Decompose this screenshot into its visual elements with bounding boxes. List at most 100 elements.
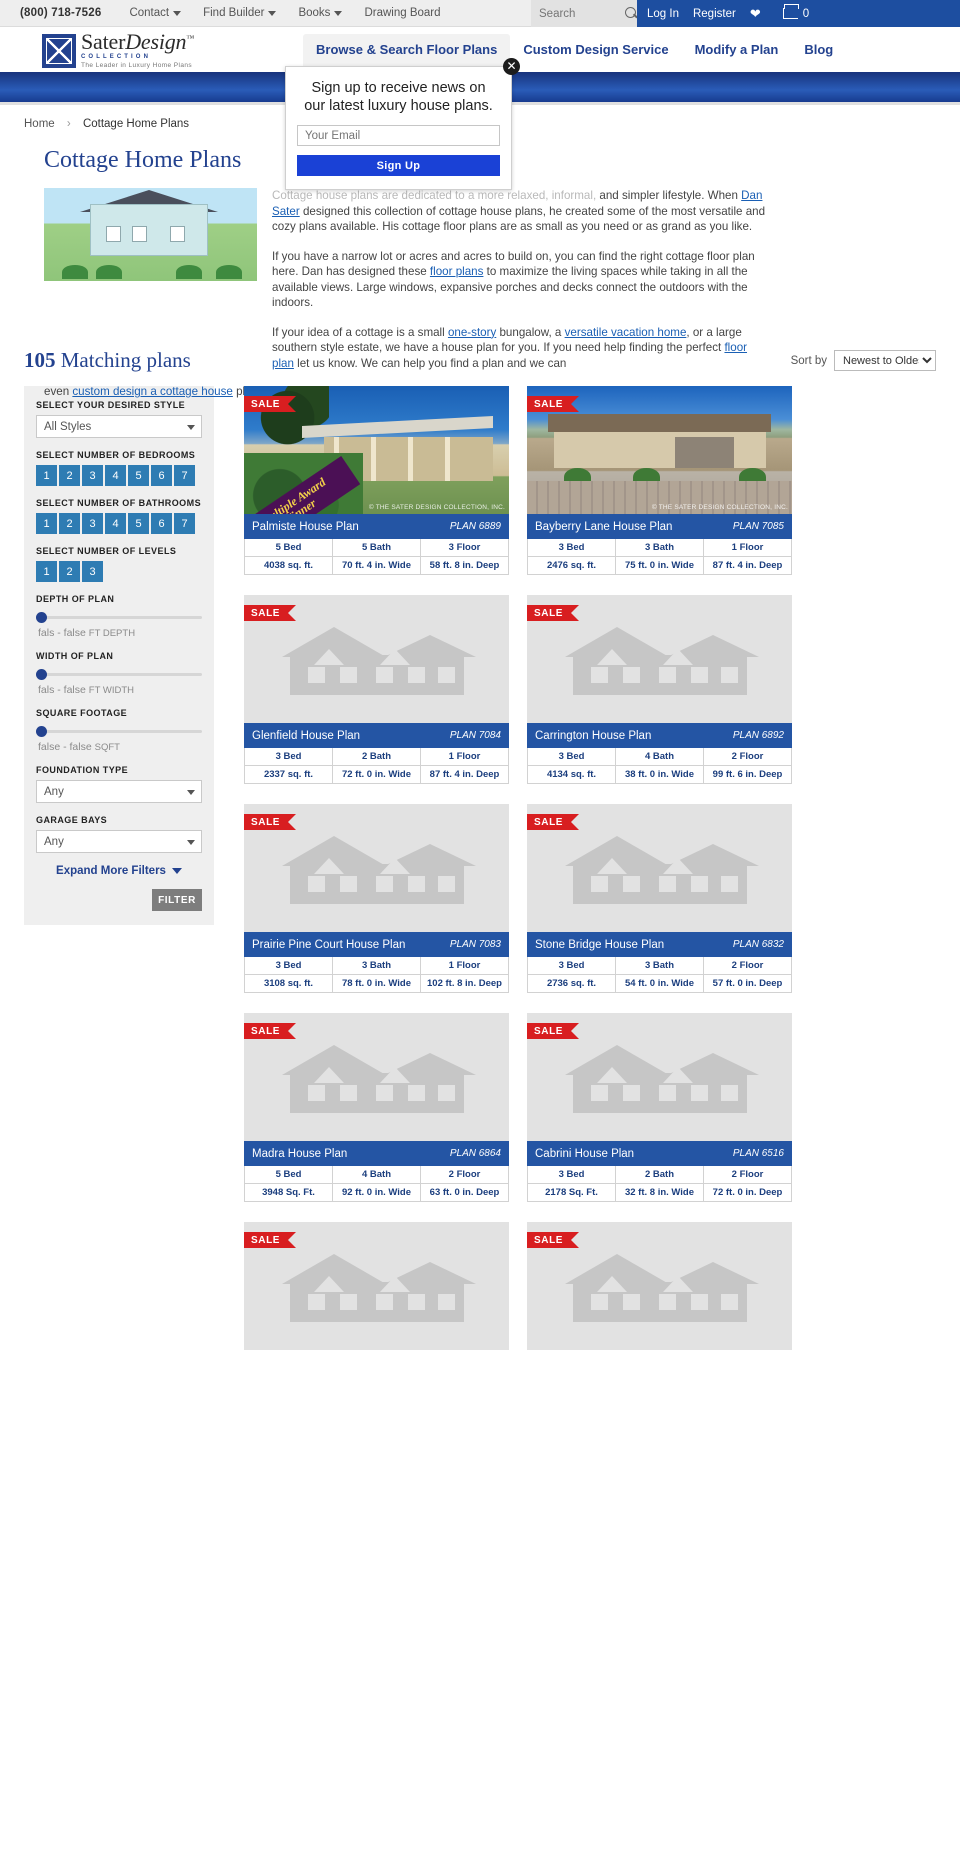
- bedroom-btn-4[interactable]: 4: [105, 465, 126, 486]
- bathroom-btn-1[interactable]: 1: [36, 513, 57, 534]
- utility-link-books[interactable]: Books: [298, 7, 343, 19]
- modal-heading-line1: Sign up to receive news on: [311, 80, 486, 96]
- filter-sidebar: SELECT YOUR DESIRED STYLE All Styles SEL…: [24, 386, 214, 925]
- chevron-down-icon: [187, 790, 195, 795]
- utility-link-drawing-board[interactable]: Drawing Board: [364, 7, 440, 19]
- filter-group-width: WIDTH OF PLAN fals - false FT WIDTH: [36, 651, 202, 696]
- placeholder-window: [590, 876, 608, 892]
- results-count-suffix: Matching plans: [60, 348, 191, 372]
- filter-apply-button[interactable]: FILTER: [152, 889, 202, 911]
- bedroom-btn-1[interactable]: 1: [36, 465, 57, 486]
- plan-card[interactable]: SALE Multiple Award Winner © THE SATER DE…: [244, 386, 509, 575]
- filter-group-bathrooms: SELECT NUMBER OF BATHROOMS 1 2 3 4 5 6 7: [36, 498, 202, 534]
- placeholder-window: [720, 1294, 738, 1310]
- plan-card[interactable]: SALE Prairie Pine Court House Plan PLAN …: [244, 804, 509, 993]
- photo-wall: [553, 432, 766, 468]
- level-btn-3[interactable]: 3: [82, 561, 103, 582]
- plan-bed: 3 Bed: [527, 957, 616, 975]
- nav-browse-search-floor-plans[interactable]: Browse & Search Floor Plans: [303, 33, 511, 66]
- garage-select[interactable]: Any: [36, 830, 202, 853]
- plan-card[interactable]: SALE Carrington House Plan PLAN 6892 3 B…: [527, 595, 792, 784]
- account-bar: Log In Register ❤ 0: [637, 0, 960, 27]
- plan-image[interactable]: SALE: [527, 1222, 792, 1350]
- utility-link-contact[interactable]: Contact: [129, 7, 182, 19]
- depth-slider-knob[interactable]: [36, 612, 47, 623]
- bedroom-btn-2[interactable]: 2: [59, 465, 80, 486]
- level-btn-1[interactable]: 1: [36, 561, 57, 582]
- plan-image[interactable]: SALE: [244, 1222, 509, 1350]
- search-input[interactable]: [537, 6, 625, 21]
- bathroom-btn-7[interactable]: 7: [174, 513, 195, 534]
- sqft-slider[interactable]: [36, 723, 202, 739]
- breadcrumb-home[interactable]: Home: [24, 118, 55, 130]
- intro-p1-rest: and simpler lifestyle. When: [596, 189, 742, 202]
- cart-button[interactable]: 0: [782, 4, 809, 20]
- close-icon[interactable]: ✕: [503, 58, 520, 75]
- sqft-slider-knob[interactable]: [36, 726, 47, 737]
- plan-card[interactable]: SALE Stone Bridge House Plan PLAN 6832 3…: [527, 804, 792, 993]
- depth-slider[interactable]: [36, 609, 202, 625]
- plan-image[interactable]: SALE: [527, 804, 792, 932]
- plan-card[interactable]: SALE Cabrini House Plan PLAN 6516 3 Bed …: [527, 1013, 792, 1202]
- login-link[interactable]: Log In: [647, 8, 679, 20]
- plan-spec-row-2: 2337 sq. ft. 72 ft. 0 in. Wide 87 ft. 4 …: [244, 766, 509, 784]
- link-one-story[interactable]: one-story: [448, 326, 496, 339]
- placeholder-window: [720, 1085, 738, 1101]
- heart-icon[interactable]: ❤: [750, 7, 761, 20]
- level-btn-2[interactable]: 2: [59, 561, 80, 582]
- sale-badge: SALE: [527, 605, 580, 621]
- intro-paragraph-2: If you have a narrow lot or acres and ac…: [272, 249, 768, 311]
- illustration-bush: [62, 265, 88, 279]
- width-slider[interactable]: [36, 666, 202, 682]
- plan-image[interactable]: SALE: [244, 595, 509, 723]
- plan-card[interactable]: SALE: [527, 1222, 792, 1350]
- bathroom-btn-4[interactable]: 4: [105, 513, 126, 534]
- link-floor-plans[interactable]: floor plans: [430, 265, 484, 278]
- width-slider-track[interactable]: [36, 673, 202, 676]
- bedroom-btn-7[interactable]: 7: [174, 465, 195, 486]
- plan-card[interactable]: SALE: [244, 1222, 509, 1350]
- plan-image[interactable]: SALE Multiple Award Winner © THE SATER DE…: [244, 386, 509, 514]
- register-link[interactable]: Register: [693, 8, 736, 20]
- plan-bed: 3 Bed: [527, 539, 616, 557]
- plan-image[interactable]: SALE: [244, 804, 509, 932]
- link-custom-design-cottage[interactable]: custom design a cottage house: [72, 385, 232, 398]
- plan-card[interactable]: SALE Madra House Plan PLAN 6864 5 Bed 4 …: [244, 1013, 509, 1202]
- plan-image[interactable]: SALE: [244, 1013, 509, 1141]
- bathroom-btn-6[interactable]: 6: [151, 513, 172, 534]
- plan-card[interactable]: SALE © THE SATER DESIGN COLLECTION, INC.…: [527, 386, 792, 575]
- bathroom-btn-2[interactable]: 2: [59, 513, 80, 534]
- sqft-slider-track[interactable]: [36, 730, 202, 733]
- sale-badge: SALE: [527, 396, 580, 412]
- plan-floor: 1 Floor: [421, 957, 509, 975]
- placeholder-window: [407, 1294, 425, 1310]
- filter-label-levels: SELECT NUMBER OF LEVELS: [36, 546, 177, 556]
- modal-heading-line2: our latest luxury house plans.: [304, 98, 493, 114]
- link-versatile-vacation-home[interactable]: versatile vacation home: [565, 326, 687, 339]
- plan-bath: 4 Bath: [333, 1166, 421, 1184]
- expand-more-filters-button[interactable]: Expand More Filters: [36, 865, 202, 877]
- nav-modify-a-plan[interactable]: Modify a Plan: [682, 34, 792, 66]
- sqft-range-text: false - false SQFT: [38, 741, 202, 753]
- nav-custom-design-service[interactable]: Custom Design Service: [510, 34, 681, 66]
- bedroom-btn-5[interactable]: 5: [128, 465, 149, 486]
- logo[interactable]: SaterDesign™ COLLECTION The Leader in Lu…: [42, 31, 194, 69]
- plan-image[interactable]: SALE: [527, 595, 792, 723]
- nav-blog[interactable]: Blog: [791, 34, 846, 66]
- bathroom-btn-3[interactable]: 3: [82, 513, 103, 534]
- plan-name: Glenfield House Plan: [252, 729, 361, 742]
- plan-image[interactable]: SALE © THE SATER DESIGN COLLECTION, INC.: [527, 386, 792, 514]
- bathroom-btn-5[interactable]: 5: [128, 513, 149, 534]
- signup-button[interactable]: Sign Up: [297, 155, 500, 176]
- email-field[interactable]: [297, 125, 500, 146]
- width-slider-knob[interactable]: [36, 669, 47, 680]
- depth-slider-track[interactable]: [36, 616, 202, 619]
- plan-card[interactable]: SALE Glenfield House Plan PLAN 7084 3 Be…: [244, 595, 509, 784]
- utility-link-find-builder[interactable]: Find Builder: [203, 7, 277, 19]
- style-select[interactable]: All Styles: [36, 415, 202, 438]
- foundation-select[interactable]: Any: [36, 780, 202, 803]
- plan-image[interactable]: SALE: [527, 1013, 792, 1141]
- bedroom-btn-3[interactable]: 3: [82, 465, 103, 486]
- search-box[interactable]: [531, 0, 647, 27]
- bedroom-btn-6[interactable]: 6: [151, 465, 172, 486]
